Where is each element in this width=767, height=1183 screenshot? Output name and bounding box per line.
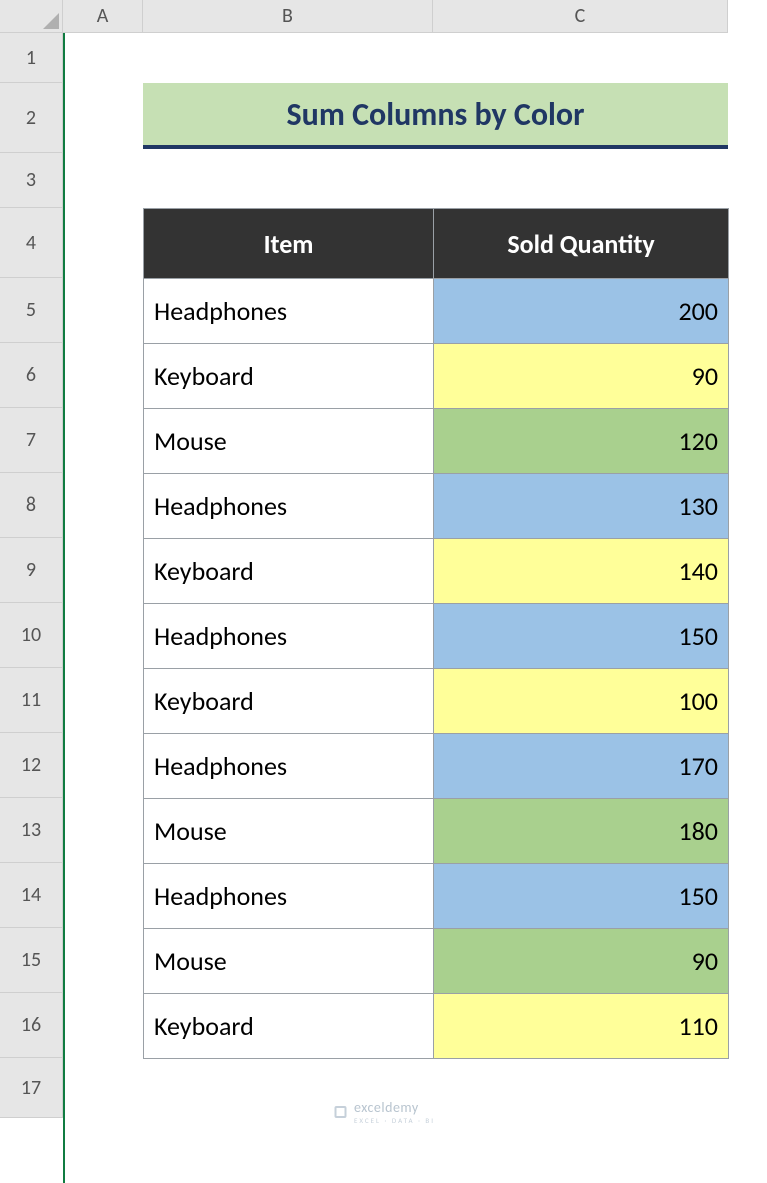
table-row: Headphones150 <box>144 864 729 929</box>
column-header-C[interactable]: C <box>433 0 728 33</box>
watermark-brand: exceldemy <box>354 1099 419 1116</box>
data-table: Item Sold Quantity Headphones200Keyboard… <box>143 208 729 1059</box>
cell-qty[interactable]: 120 <box>434 409 729 474</box>
cell-qty[interactable]: 100 <box>434 669 729 734</box>
cell-item[interactable]: Headphones <box>144 734 434 799</box>
cell-qty[interactable]: 130 <box>434 474 729 539</box>
row-header-9[interactable]: 9 <box>0 538 63 603</box>
table-row: Mouse90 <box>144 929 729 994</box>
column-header-B[interactable]: B <box>143 0 433 33</box>
cell-item[interactable]: Keyboard <box>144 344 434 409</box>
column-header-item[interactable]: Item <box>144 209 434 279</box>
row-header-11[interactable]: 11 <box>0 668 63 733</box>
cell-qty[interactable]: 90 <box>434 929 729 994</box>
cell-qty[interactable]: 90 <box>434 344 729 409</box>
cell-item[interactable]: Headphones <box>144 864 434 929</box>
cell-qty[interactable]: 200 <box>434 279 729 344</box>
column-header-qty-label: Sold Quantity <box>507 228 654 260</box>
column-headers: ABC <box>63 0 728 33</box>
cell-item[interactable]: Headphones <box>144 474 434 539</box>
page-title: Sum Columns by Color <box>143 83 728 149</box>
row-header-12[interactable]: 12 <box>0 733 63 798</box>
table-row: Headphones170 <box>144 734 729 799</box>
table-row: Mouse180 <box>144 799 729 864</box>
row-header-6[interactable]: 6 <box>0 343 63 408</box>
brand-logo-icon <box>332 1104 348 1120</box>
cell-item[interactable]: Headphones <box>144 604 434 669</box>
cell-item[interactable]: Mouse <box>144 409 434 474</box>
cell-item[interactable]: Mouse <box>144 929 434 994</box>
row-header-8[interactable]: 8 <box>0 473 63 538</box>
row-header-2[interactable]: 2 <box>0 83 63 153</box>
row-header-10[interactable]: 10 <box>0 603 63 668</box>
row-header-17[interactable]: 17 <box>0 1058 63 1118</box>
page-title-text: Sum Columns by Color <box>287 95 585 134</box>
row-header-16[interactable]: 16 <box>0 993 63 1058</box>
row-headers: 1234567891011121314151617 <box>0 33 63 1118</box>
select-all-corner[interactable] <box>0 0 63 33</box>
row-header-4[interactable]: 4 <box>0 208 63 278</box>
cell-qty[interactable]: 150 <box>434 604 729 669</box>
table-row: Keyboard140 <box>144 539 729 604</box>
row-header-1[interactable]: 1 <box>0 33 63 83</box>
row-header-13[interactable]: 13 <box>0 798 63 863</box>
cell-item[interactable]: Keyboard <box>144 539 434 604</box>
table-row: Keyboard110 <box>144 994 729 1059</box>
watermark: exceldemy EXCEL · DATA · BI <box>332 1099 435 1125</box>
spreadsheet-viewport: ABC 1234567891011121314151617 Sum Column… <box>0 0 767 1183</box>
column-header-A[interactable]: A <box>63 0 143 33</box>
table-row: Headphones200 <box>144 279 729 344</box>
column-header-item-label: Item <box>264 228 314 260</box>
table-row: Keyboard90 <box>144 344 729 409</box>
table-row: Keyboard100 <box>144 669 729 734</box>
cell-qty[interactable]: 140 <box>434 539 729 604</box>
select-all-triangle-icon <box>43 13 59 29</box>
cell-qty[interactable]: 180 <box>434 799 729 864</box>
row-header-5[interactable]: 5 <box>0 278 63 343</box>
frozen-pane-indicator <box>63 33 65 1183</box>
row-header-7[interactable]: 7 <box>0 408 63 473</box>
table-row: Headphones150 <box>144 604 729 669</box>
table-row: Headphones130 <box>144 474 729 539</box>
row-header-14[interactable]: 14 <box>0 863 63 928</box>
cell-item[interactable]: Headphones <box>144 279 434 344</box>
cell-item[interactable]: Keyboard <box>144 994 434 1059</box>
cell-qty[interactable]: 150 <box>434 864 729 929</box>
row-header-15[interactable]: 15 <box>0 928 63 993</box>
cell-qty[interactable]: 170 <box>434 734 729 799</box>
cell-item[interactable]: Mouse <box>144 799 434 864</box>
table-header-row: Item Sold Quantity <box>144 209 729 279</box>
column-header-qty[interactable]: Sold Quantity <box>434 209 729 279</box>
watermark-tagline: EXCEL · DATA · BI <box>354 1116 435 1125</box>
cell-qty[interactable]: 110 <box>434 994 729 1059</box>
cell-item[interactable]: Keyboard <box>144 669 434 734</box>
row-header-3[interactable]: 3 <box>0 153 63 208</box>
table-row: Mouse120 <box>144 409 729 474</box>
